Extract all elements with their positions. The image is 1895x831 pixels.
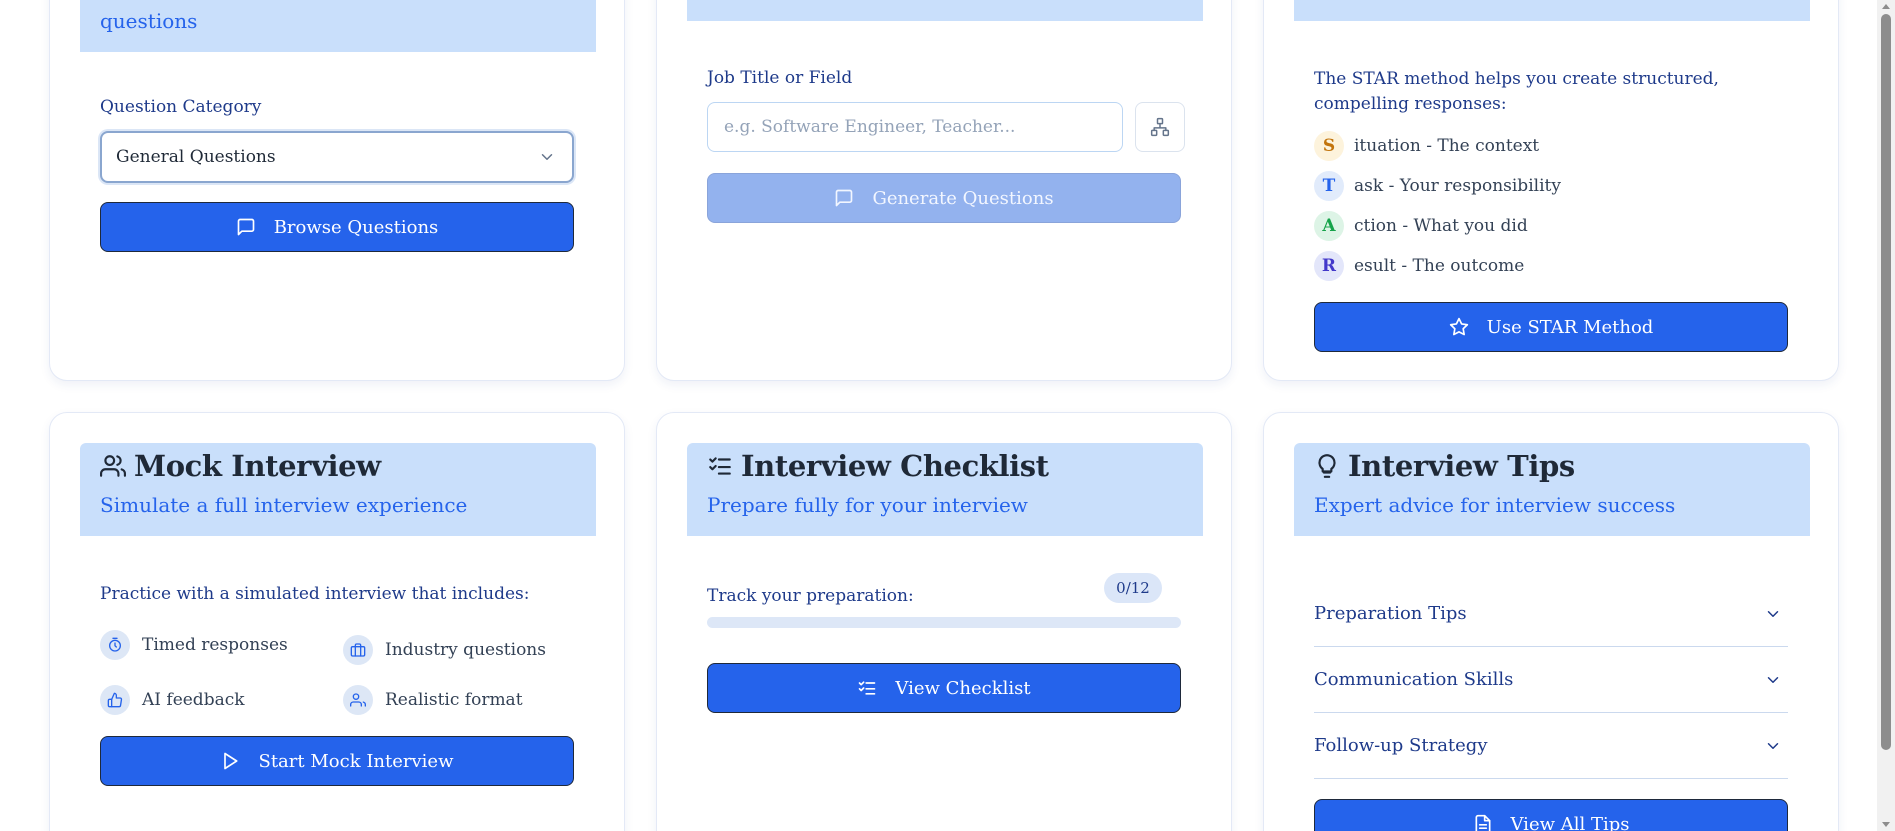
view-checklist-button[interactable]: View Checklist: [707, 663, 1181, 713]
button-label: View Checklist: [895, 677, 1031, 699]
card-header: Interview Tips Expert advice for intervi…: [1294, 443, 1810, 536]
card-header: Mock Interview Simulate a full interview…: [80, 443, 596, 536]
scroll-up-arrow-icon[interactable]: [1882, 4, 1890, 9]
network-icon: [1150, 117, 1170, 137]
card-title: Interview Tips: [1314, 449, 1575, 483]
accordion-label: Follow-up Strategy: [1314, 735, 1488, 756]
chevron-down-icon: [1767, 610, 1779, 617]
star-letter-badge: R: [1314, 251, 1344, 281]
checklist-progress-bar: [707, 617, 1181, 628]
interview-tips-card: Interview Tips Expert advice for intervi…: [1263, 412, 1839, 831]
thumbs-up-icon: [100, 685, 130, 715]
job-suggestions-button[interactable]: [1135, 102, 1185, 152]
view-all-tips-button[interactable]: View All Tips: [1314, 799, 1788, 831]
button-label: View All Tips: [1510, 813, 1630, 831]
button-label: Generate Questions: [872, 187, 1054, 209]
star-icon: [1449, 317, 1468, 336]
question-category-select[interactable]: General Questions: [100, 131, 574, 183]
star-step-text: ask - Your responsibility: [1354, 176, 1561, 196]
mock-intro-text: Practice with a simulated interview that…: [100, 584, 530, 604]
star-step-text: esult - The outcome: [1354, 256, 1525, 276]
star-step-result: R esult - The outcome: [1314, 251, 1524, 281]
chevron-down-icon: [1767, 676, 1779, 683]
star-step-text: ction - What you did: [1354, 216, 1528, 236]
use-star-method-button[interactable]: Use STAR Method: [1314, 302, 1788, 352]
star-intro-text: The STAR method helps you create structu…: [1314, 69, 1719, 114]
scrollbar-thumb[interactable]: [1881, 14, 1891, 750]
question-category-label: Question Category: [100, 97, 262, 117]
star-letter-badge: S: [1314, 131, 1344, 161]
card-header: [687, 0, 1203, 21]
feature-text: Realistic format: [385, 690, 523, 710]
interview-checklist-card: Interview Checklist Prepare fully for yo…: [656, 412, 1232, 831]
star-step-task: T ask - Your responsibility: [1314, 171, 1561, 201]
users-icon: [100, 455, 126, 477]
timer-icon: [100, 630, 130, 660]
button-label: Browse Questions: [273, 216, 439, 238]
browse-questions-button[interactable]: Browse Questions: [100, 202, 574, 252]
message-square-icon: [237, 218, 255, 236]
practice-questions-card: questions Question Category General Ques…: [49, 0, 625, 381]
custom-questions-card: Job Title or Field e.g. Software Enginee…: [656, 0, 1232, 381]
start-mock-interview-button[interactable]: Start Mock Interview: [100, 736, 574, 786]
page: questions Question Category General Ques…: [0, 0, 1877, 831]
list-checks-icon: [709, 457, 731, 475]
job-title-label: Job Title or Field: [707, 68, 853, 88]
accordion-follow-up-strategy[interactable]: Follow-up Strategy: [1314, 713, 1788, 779]
play-icon: [224, 752, 238, 770]
accordion-label: Preparation Tips: [1314, 603, 1467, 624]
feature-text: AI feedback: [142, 690, 245, 710]
file-text-icon: [1475, 814, 1490, 831]
list-checks-icon: [859, 681, 876, 695]
star-step-action: A ction - What you did: [1314, 211, 1528, 241]
select-value: General Questions: [116, 147, 276, 167]
chevron-down-icon: [541, 154, 553, 160]
job-title-input[interactable]: e.g. Software Engineer, Teacher...: [707, 102, 1123, 152]
chevron-down-icon: [1767, 742, 1779, 749]
card-header: [1294, 0, 1810, 21]
track-preparation-label: Track your preparation:: [707, 586, 914, 606]
card-title: Interview Checklist: [707, 449, 1049, 483]
card-title-text: Interview Tips: [1348, 449, 1575, 483]
message-square-icon: [836, 189, 853, 207]
feature-timed-responses: Timed responses: [100, 630, 288, 660]
accordion-label: Communication Skills: [1314, 669, 1514, 690]
button-label: Start Mock Interview: [258, 750, 454, 772]
card-subtitle: Simulate a full interview experience: [100, 493, 468, 517]
card-subtitle: Expert advice for interview success: [1314, 493, 1676, 517]
checklist-count-badge: 0/12: [1104, 573, 1162, 603]
card-header: questions: [80, 0, 596, 52]
briefcase-icon: [343, 635, 373, 665]
users-icon: [343, 685, 373, 715]
star-step-text: ituation - The context: [1354, 136, 1540, 156]
card-subtitle: Prepare fully for your interview: [707, 493, 1028, 517]
feature-industry-questions: Industry questions: [343, 635, 546, 665]
lightbulb-icon: [1318, 454, 1336, 478]
star-letter-badge: A: [1314, 211, 1344, 241]
star-letter-badge: T: [1314, 171, 1344, 201]
accordion-preparation-tips[interactable]: Preparation Tips: [1314, 581, 1788, 647]
feature-ai-feedback: AI feedback: [100, 685, 245, 715]
feature-realistic-format: Realistic format: [343, 685, 523, 715]
feature-text: Timed responses: [142, 635, 288, 655]
button-label: Use STAR Method: [1486, 316, 1654, 338]
star-step-situation: S ituation - The context: [1314, 131, 1539, 161]
card-title-text: Interview Checklist: [741, 449, 1049, 483]
scroll-down-arrow-icon[interactable]: [1882, 822, 1890, 827]
feature-text: Industry questions: [385, 640, 546, 660]
input-placeholder: e.g. Software Engineer, Teacher...: [724, 117, 1016, 137]
card-subtitle: questions: [100, 9, 198, 33]
generate-questions-button[interactable]: Generate Questions: [707, 173, 1181, 223]
mock-interview-card: Mock Interview Simulate a full interview…: [49, 412, 625, 831]
star-method-card: The STAR method helps you create structu…: [1263, 0, 1839, 381]
vertical-scrollbar[interactable]: [1877, 0, 1895, 831]
accordion-communication-skills[interactable]: Communication Skills: [1314, 647, 1788, 713]
card-header: Interview Checklist Prepare fully for yo…: [687, 443, 1203, 536]
card-title-text: Mock Interview: [134, 449, 381, 483]
card-title: Mock Interview: [100, 449, 381, 483]
